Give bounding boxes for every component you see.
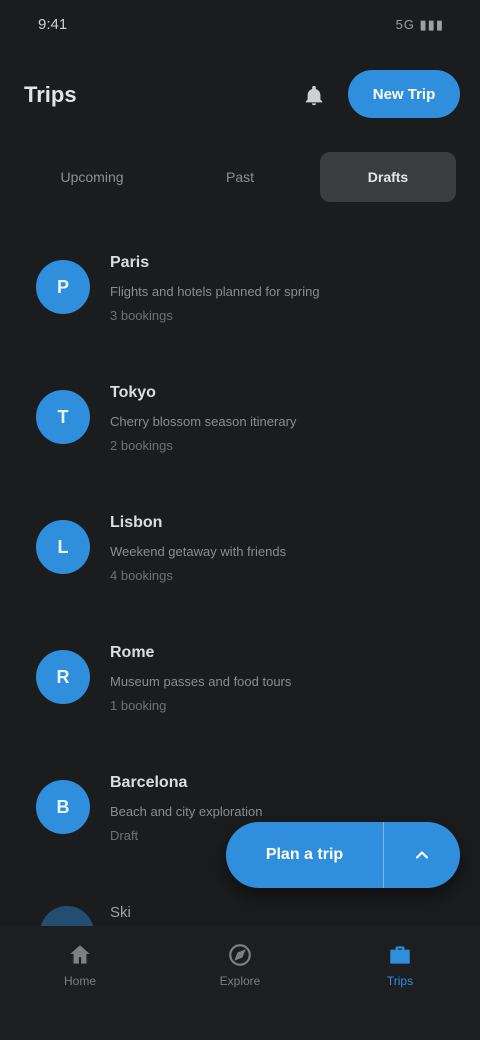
item-description: Weekend getaway with friends xyxy=(110,544,287,559)
item-meta: 1 booking xyxy=(110,698,167,713)
list-item[interactable]: L Lisbon Weekend getaway with friends 4 … xyxy=(0,482,480,612)
item-meta: 4 bookings xyxy=(110,568,173,583)
item-title: Barcelona xyxy=(110,774,188,791)
list-item[interactable]: P Paris Flights and hotels planned for s… xyxy=(0,222,480,352)
tab-bar: Upcoming Past Drafts xyxy=(24,152,456,202)
avatar: T xyxy=(36,390,90,444)
item-description: Museum passes and food tours xyxy=(110,674,292,689)
bottom-navigation: Home Explore Trips xyxy=(0,926,480,1040)
avatar: L xyxy=(36,520,90,574)
item-title: Rome xyxy=(110,644,155,661)
item-title: Paris xyxy=(110,254,150,271)
avatar: R xyxy=(36,650,90,704)
nav-label: Home xyxy=(63,974,96,988)
plan-trip-fab[interactable]: Plan a trip xyxy=(226,822,460,888)
notifications-button[interactable] xyxy=(296,78,332,114)
status-bar: 9:41 5G ▮▮▮ xyxy=(0,0,480,52)
tab-past[interactable]: Past xyxy=(172,152,308,202)
list-item[interactable]: R Rome Museum passes and food tours 1 bo… xyxy=(0,612,480,742)
fab-menu-button[interactable] xyxy=(384,822,460,888)
item-title: Tokyo xyxy=(110,384,156,401)
app-bar: Trips New Trip xyxy=(0,58,480,138)
item-title: Lisbon xyxy=(110,514,163,531)
bell-icon xyxy=(305,85,323,106)
item-description: Beach and city exploration xyxy=(110,804,263,819)
item-meta: 3 bookings xyxy=(110,308,173,323)
list-item[interactable]: T Tokyo Cherry blossom season itinerary … xyxy=(0,352,480,482)
new-trip-button[interactable]: New Trip xyxy=(348,70,460,118)
nav-explore[interactable]: Explore xyxy=(160,926,320,1040)
nav-home[interactable]: Home xyxy=(0,926,160,1040)
nav-trips[interactable]: Trips xyxy=(320,926,480,1040)
trip-list: P Paris Flights and hotels planned for s… xyxy=(0,222,480,872)
item-title: Ski xyxy=(110,904,131,921)
avatar: P xyxy=(36,260,90,314)
home-icon xyxy=(70,945,90,964)
nav-label: Explore xyxy=(219,974,261,988)
nav-label: Trips xyxy=(386,974,414,988)
tab-upcoming[interactable]: Upcoming xyxy=(24,152,160,202)
tab-drafts[interactable]: Drafts xyxy=(320,152,456,202)
status-indicators: 5G ▮▮▮ xyxy=(395,17,444,32)
avatar: B xyxy=(36,780,90,834)
item-meta: 2 bookings xyxy=(110,438,173,453)
item-description: Cherry blossom season itinerary xyxy=(110,414,297,429)
compass-icon xyxy=(229,944,251,966)
item-description: Flights and hotels planned for spring xyxy=(110,284,320,299)
page-title: Trips xyxy=(24,82,77,107)
chevron-up-icon xyxy=(415,851,429,859)
plan-trip-button[interactable]: Plan a trip xyxy=(226,822,384,888)
briefcase-icon xyxy=(390,946,410,964)
status-time: 9:41 xyxy=(38,16,68,33)
